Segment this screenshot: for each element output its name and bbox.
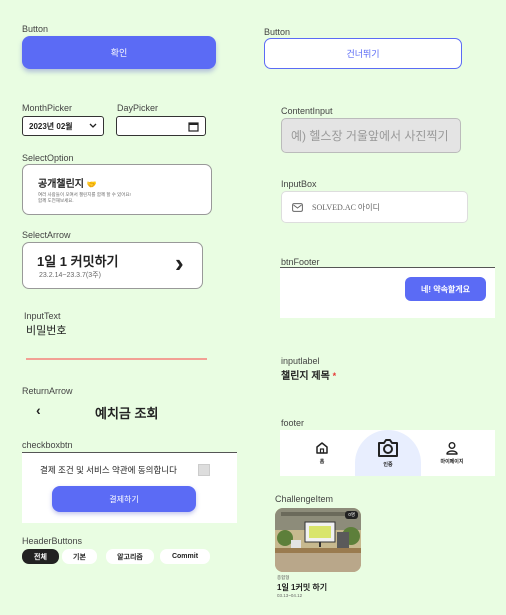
- label-inputlabel: inputlabel: [281, 356, 320, 366]
- day-picker[interactable]: [116, 116, 206, 136]
- chevron-down-icon: [89, 123, 97, 128]
- label-input-box: InputBox: [281, 179, 317, 189]
- month-picker[interactable]: 2023년 02월: [22, 116, 104, 136]
- footer-tab-home-label: 홈: [319, 459, 325, 465]
- participant-badge: 0명: [345, 511, 358, 519]
- label-month-picker: MonthPicker: [22, 103, 73, 113]
- input-label-text: 챌린지 제목: [281, 371, 330, 382]
- label-input-text: InputText: [24, 311, 61, 321]
- select-arrow-subtitle: 23.2.14~23.3.7(3주): [39, 272, 101, 279]
- header-button-algorithm[interactable]: 알고리즘: [106, 549, 154, 564]
- content-input-placeholder: 예) 헬스장 거울앞에서 사진찍기: [291, 129, 449, 143]
- chevron-right-icon: ›: [175, 248, 184, 278]
- label-challenge-item: ChallengeItem: [275, 494, 334, 504]
- solvedac-id-input[interactable]: SOLVED.AC 아이디: [281, 191, 468, 223]
- footer-tab-auth[interactable]: 인증: [358, 430, 418, 476]
- label-button-left: Button: [22, 24, 49, 34]
- footer-tab-mypage-label: 마이페이지: [440, 459, 464, 465]
- label-header-buttons: HeaderButtons: [22, 536, 83, 546]
- calendar-icon: [188, 121, 199, 132]
- camera-icon: [378, 439, 398, 457]
- challenge-category: 종합형: [277, 575, 290, 580]
- header-button-commit[interactable]: Commit: [160, 549, 210, 564]
- content-input[interactable]: 예) 헬스장 거울앞에서 사진찍기: [281, 118, 461, 153]
- footer-tab-home[interactable]: 홈: [292, 430, 352, 476]
- home-icon: [316, 442, 328, 454]
- footer-tab-mypage[interactable]: 마이페이지: [422, 430, 482, 476]
- label-select-option: SelectOption: [22, 153, 74, 163]
- label-day-picker: DayPicker: [117, 103, 159, 113]
- person-icon: [446, 442, 458, 455]
- label-select-arrow: SelectArrow: [22, 230, 71, 240]
- select-arrow-title: 1일 1 커밋하기: [37, 254, 119, 269]
- required-asterisk: *: [332, 371, 337, 381]
- input-underline: [26, 358, 207, 360]
- password-input-value[interactable]: 비밀번호: [26, 322, 66, 338]
- terms-agree-label: 결제 조건 및 서비스 약관에 동의합니다: [40, 465, 177, 475]
- label-button-right: Button: [264, 27, 291, 37]
- select-arrow-card[interactable]: 1일 1 커밋하기 23.2.14~23.3.7(3주) ›: [22, 242, 203, 289]
- label-btn-footer: btnFooter: [281, 257, 320, 267]
- month-picker-value: 2023년 02월: [29, 121, 73, 131]
- select-option-title-row: 공개챌린지 🤝: [38, 175, 97, 190]
- solvedac-id-placeholder: SOLVED.AC 아이디: [312, 202, 381, 212]
- challenge-title: 1일 1커밋 하기: [277, 583, 328, 592]
- handshake-icon: 🤝: [86, 180, 97, 189]
- header-button-basic[interactable]: 기본: [62, 549, 97, 564]
- return-arrow-title: 예치금 조회: [95, 406, 159, 421]
- promise-button[interactable]: 네! 약속할게요: [405, 277, 486, 301]
- label-return-arrow: ReturnArrow: [22, 386, 73, 396]
- mail-icon: [292, 202, 303, 212]
- back-arrow-icon[interactable]: ‹: [36, 402, 41, 418]
- skip-button[interactable]: 건너뛰기: [264, 38, 462, 69]
- footer-tab-auth-label: 인증: [383, 462, 393, 468]
- pay-button[interactable]: 결제하기: [52, 486, 196, 512]
- input-label: 챌린지 제목 *: [281, 367, 336, 382]
- select-option-title: 공개챌린지: [38, 179, 84, 190]
- select-option-desc-2: 함께 도전해보세요.: [38, 198, 74, 203]
- label-content-input: ContentInput: [281, 106, 333, 116]
- label-footer: footer: [281, 418, 305, 428]
- select-option-card[interactable]: 공개챌린지 🤝 여러 사람들이 모여서 챌린지를 함께 할 수 있어요! 함께 …: [22, 164, 212, 215]
- terms-checkbox[interactable]: [198, 464, 210, 476]
- confirm-button[interactable]: 확인: [22, 36, 216, 69]
- challenge-thumbnail[interactable]: 0명: [275, 508, 361, 572]
- challenge-dates: 03.13~04.12: [277, 593, 303, 598]
- header-button-all[interactable]: 전체: [22, 549, 59, 564]
- label-checkboxbtn: checkboxbtn: [22, 440, 73, 450]
